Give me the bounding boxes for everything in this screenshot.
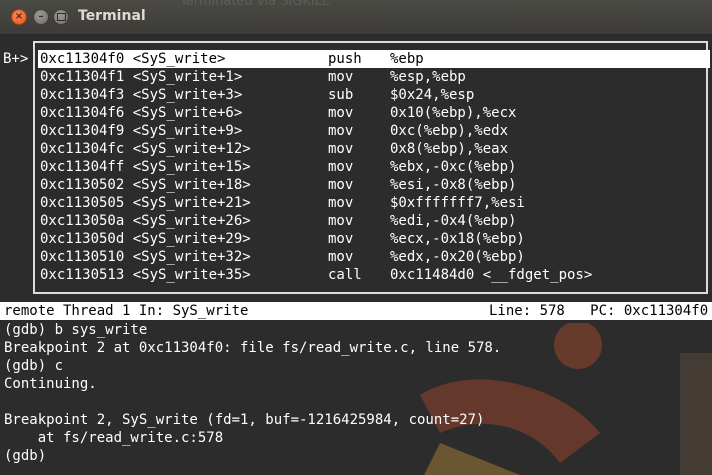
asm-line[interactable]: 0xc113050d <SyS_write+29> mov %ecx,-0x18(%…	[38, 230, 710, 248]
asm-address: 0xc11304ff <SyS_write+15>	[40, 159, 251, 175]
asm-line[interactable]: 0xc1130505 <SyS_write+21> mov $0xfffffff7,…	[38, 194, 710, 212]
asm-line[interactable]: 0xc11304fc <SyS_write+12> mov 0x8(%ebp),%e…	[38, 140, 710, 158]
asm-opcode: push	[328, 51, 362, 67]
asm-address: 0xc11304fc <SyS_write+12>	[40, 141, 251, 157]
asm-address: 0xc113050d <SyS_write+29>	[40, 231, 251, 247]
asm-line[interactable]: 0xc11304ff <SyS_write+15> mov %ebx,-0xc(%e…	[38, 158, 710, 176]
console-line: at fs/read_write.c:578	[4, 430, 224, 446]
asm-opcode: sub	[328, 87, 354, 103]
console-line: (gdb) b sys_write	[4, 322, 148, 338]
asm-opcode: mov	[328, 141, 354, 157]
asm-operands: 0xc11484d0 <__fdget_pos>	[390, 267, 593, 283]
asm-address: 0xc113050a <SyS_write+26>	[40, 213, 251, 229]
asm-opcode: call	[328, 267, 362, 283]
status-line-pc: Line: 578 PC: 0xc11304f0	[489, 303, 709, 319]
asm-opcode: mov	[328, 123, 354, 139]
asm-operands: %edx,-0x20(%ebp)	[390, 249, 525, 265]
asm-operands: %edi,-0x4(%ebp)	[390, 213, 517, 229]
asm-opcode: mov	[328, 195, 354, 211]
asm-address: 0xc1130502 <SyS_write+18>	[40, 177, 251, 193]
asm-line[interactable]: 0xc11304f6 <SyS_write+6> mov 0x10(%ebp),%e…	[38, 104, 710, 122]
asm-opcode: mov	[328, 213, 354, 229]
asm-operands: %esp,%ebp	[390, 69, 466, 85]
console-line: Breakpoint 2 at 0xc11304f0: file fs/read…	[4, 340, 502, 356]
maximize-button[interactable]	[53, 9, 69, 25]
asm-line[interactable]: 0xc113050a <SyS_write+26> mov %edi,-0x4(%e…	[38, 212, 710, 230]
asm-address: 0xc11304f6 <SyS_write+6>	[40, 105, 243, 121]
asm-line[interactable]: 0xc1130510 <SyS_write+32> mov %edx,-0x20(%…	[38, 248, 710, 266]
asm-opcode: mov	[328, 177, 354, 193]
asm-opcode: mov	[328, 105, 354, 121]
asm-operands: %esi,-0x8(%ebp)	[390, 177, 517, 193]
asm-line[interactable]: 0xc11304f3 <SyS_write+3> sub $0x24,%esp	[38, 86, 710, 104]
status-thread: remote Thread 1 In: SyS_write	[4, 303, 249, 319]
asm-address: 0xc1130510 <SyS_write+32>	[40, 249, 251, 265]
asm-address: 0xc11304f0 <SyS_write>	[40, 51, 226, 67]
asm-operands: $0xfffffff7,%esi	[390, 195, 525, 211]
terminal-area[interactable]: B+> 0xc11304f0 <SyS_write> push %ebp 0xc113…	[0, 35, 712, 475]
asm-line[interactable]: 0xc11304f9 <SyS_write+9> mov 0xc(%ebp),%ed…	[38, 122, 710, 140]
asm-operands: 0x10(%ebp),%ecx	[390, 105, 517, 121]
minimize-button[interactable]: –	[33, 9, 49, 25]
console-line: (gdb)	[4, 448, 55, 464]
asm-operands: %ebp	[390, 51, 424, 67]
gdb-console[interactable]: (gdb) b sys_write Breakpoint 2 at 0xc1130…	[0, 321, 712, 475]
asm-address: 0xc1130505 <SyS_write+21>	[40, 195, 251, 211]
asm-operands: %ebx,-0xc(%ebp)	[390, 159, 517, 175]
asm-address: 0xc1130513 <SyS_write+35>	[40, 267, 251, 283]
asm-line-current[interactable]: 0xc11304f0 <SyS_write> push %ebp	[38, 50, 710, 68]
asm-opcode: mov	[328, 231, 354, 247]
maximize-icon	[56, 13, 66, 21]
close-button[interactable]: ×	[11, 9, 27, 25]
asm-operands: 0xc(%ebp),%edx	[390, 123, 509, 139]
window-titlebar[interactable]: Terminated via SIGKILL × – Terminal	[0, 0, 712, 35]
asm-operands: %ecx,-0x18(%ebp)	[390, 231, 525, 247]
console-line: Continuing.	[4, 376, 97, 392]
window-title: Terminal	[78, 8, 146, 24]
status-bar: remote Thread 1 In: SyS_write Line: 578 …	[0, 302, 712, 320]
console-line: Breakpoint 2, SyS_write (fd=1, buf=-1216…	[4, 412, 485, 428]
asm-address: 0xc11304f3 <SyS_write+3>	[40, 87, 243, 103]
breakpoint-marker: B+>	[3, 51, 29, 67]
asm-address: 0xc11304f1 <SyS_write+1>	[40, 69, 243, 85]
asm-opcode: mov	[328, 69, 354, 85]
console-line: (gdb) c	[4, 358, 64, 374]
asm-address: 0xc11304f9 <SyS_write+9>	[40, 123, 243, 139]
asm-line[interactable]: 0xc11304f1 <SyS_write+1> mov %esp,%ebp	[38, 68, 710, 86]
asm-opcode: mov	[328, 159, 354, 175]
asm-line[interactable]: 0xc1130502 <SyS_write+18> mov %esi,-0x8(%e…	[38, 176, 710, 194]
asm-line[interactable]: 0xc1130513 <SyS_write+35> call 0xc11484d0 …	[38, 266, 710, 284]
asm-opcode: mov	[328, 249, 354, 265]
asm-operands: 0x8(%ebp),%eax	[390, 141, 509, 157]
background-window-text: Terminated via SIGKILL	[180, 0, 330, 9]
asm-operands: $0x24,%esp	[390, 87, 475, 103]
